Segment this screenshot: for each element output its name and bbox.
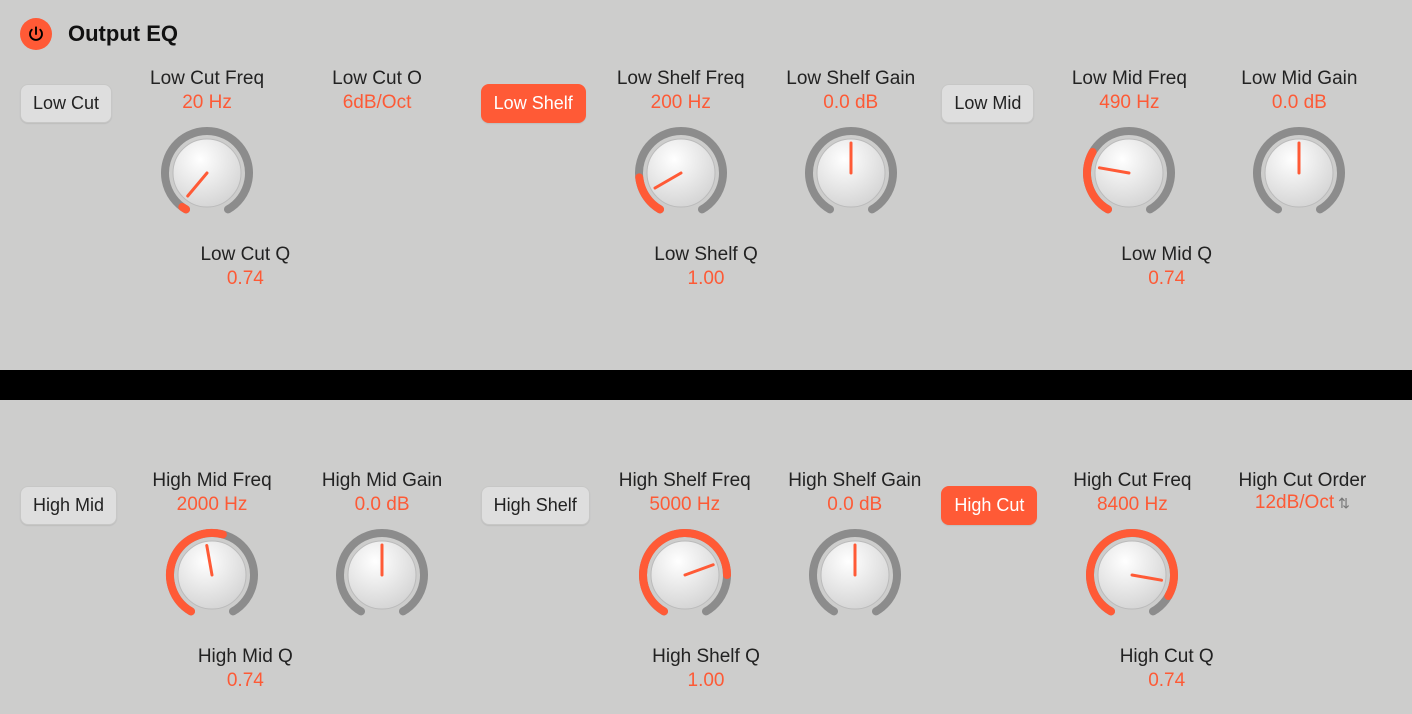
low-mid-q: Low Mid Q 0.74 [941,244,1392,290]
power-icon [27,25,45,43]
low-mid-gain-knob[interactable] [1252,126,1346,220]
high-cut-order-select[interactable]: 12dB/Oct ⇅ [1255,492,1350,514]
high-cut-freq: High Cut Freq 8400 Hz [1057,470,1207,622]
high-cut-freq-knob[interactable] [1085,528,1179,622]
high-cut-button[interactable]: High Cut [941,486,1037,525]
low-mid-button[interactable]: Low Mid [941,84,1034,123]
low-shelf-gain-knob[interactable] [804,126,898,220]
high-mid-freq-knob[interactable] [165,528,259,622]
low-cut-q: Low Cut Q 0.74 [20,244,471,290]
band-high-mid: High Mid High Mid Freq 2000 Hz High Mid … [20,470,471,688]
high-shelf-freq: High Shelf Freq 5000 Hz [610,470,760,622]
stepper-icon: ⇅ [1338,495,1350,512]
low-mid-gain: Low Mid Gain 0.0 dB [1224,68,1374,220]
eq-row-2: High Mid High Mid Freq 2000 Hz High Mid … [0,400,1412,712]
high-mid-freq: High Mid Freq 2000 Hz [137,470,287,622]
divider-bar [0,370,1412,400]
high-mid-button[interactable]: High Mid [20,486,117,525]
low-shelf-button[interactable]: Low Shelf [481,84,586,123]
band-low-mid: Low Mid Low Mid Freq 490 Hz Low Mid Gain… [941,68,1392,346]
low-shelf-gain: Low Shelf Gain 0.0 dB [776,68,926,220]
high-shelf-freq-knob[interactable] [638,528,732,622]
band-low-shelf: Low Shelf Low Shelf Freq 200 Hz Low Shel… [481,68,932,346]
low-mid-freq-knob[interactable] [1082,126,1176,220]
low-cut-order: Low Cut O 6dB/Oct [302,68,452,114]
low-mid-freq: Low Mid Freq 490 Hz [1054,68,1204,220]
band-high-shelf: High Shelf High Shelf Freq 5000 Hz High … [481,470,932,688]
power-button[interactable] [20,18,52,50]
high-shelf-gain-knob[interactable] [808,528,902,622]
band-low-cut: Low Cut Low Cut Freq 20 Hz Low Cut O 6dB… [20,68,471,346]
high-mid-q: High Mid Q 0.74 [20,646,471,692]
high-shelf-button[interactable]: High Shelf [481,486,590,525]
high-shelf-q: High Shelf Q 1.00 [481,646,932,692]
eq-row-1: Low Cut Low Cut Freq 20 Hz Low Cut O 6dB… [0,58,1412,370]
low-cut-freq-knob[interactable] [160,126,254,220]
low-cut-button[interactable]: Low Cut [20,84,112,123]
high-mid-gain: High Mid Gain 0.0 dB [307,470,457,622]
high-shelf-gain: High Shelf Gain 0.0 dB [780,470,930,622]
high-cut-order: High Cut Order 12dB/Oct ⇅ [1227,470,1377,514]
high-mid-gain-knob[interactable] [335,528,429,622]
low-shelf-freq: Low Shelf Freq 200 Hz [606,68,756,220]
low-cut-freq: Low Cut Freq 20 Hz [132,68,282,220]
header: Output EQ [0,0,1412,58]
page-title: Output EQ [68,21,178,47]
low-shelf-freq-knob[interactable] [634,126,728,220]
high-cut-q: High Cut Q 0.74 [941,646,1392,692]
band-high-cut: High Cut High Cut Freq 8400 Hz High Cut … [941,470,1392,688]
low-shelf-q: Low Shelf Q 1.00 [481,244,932,290]
